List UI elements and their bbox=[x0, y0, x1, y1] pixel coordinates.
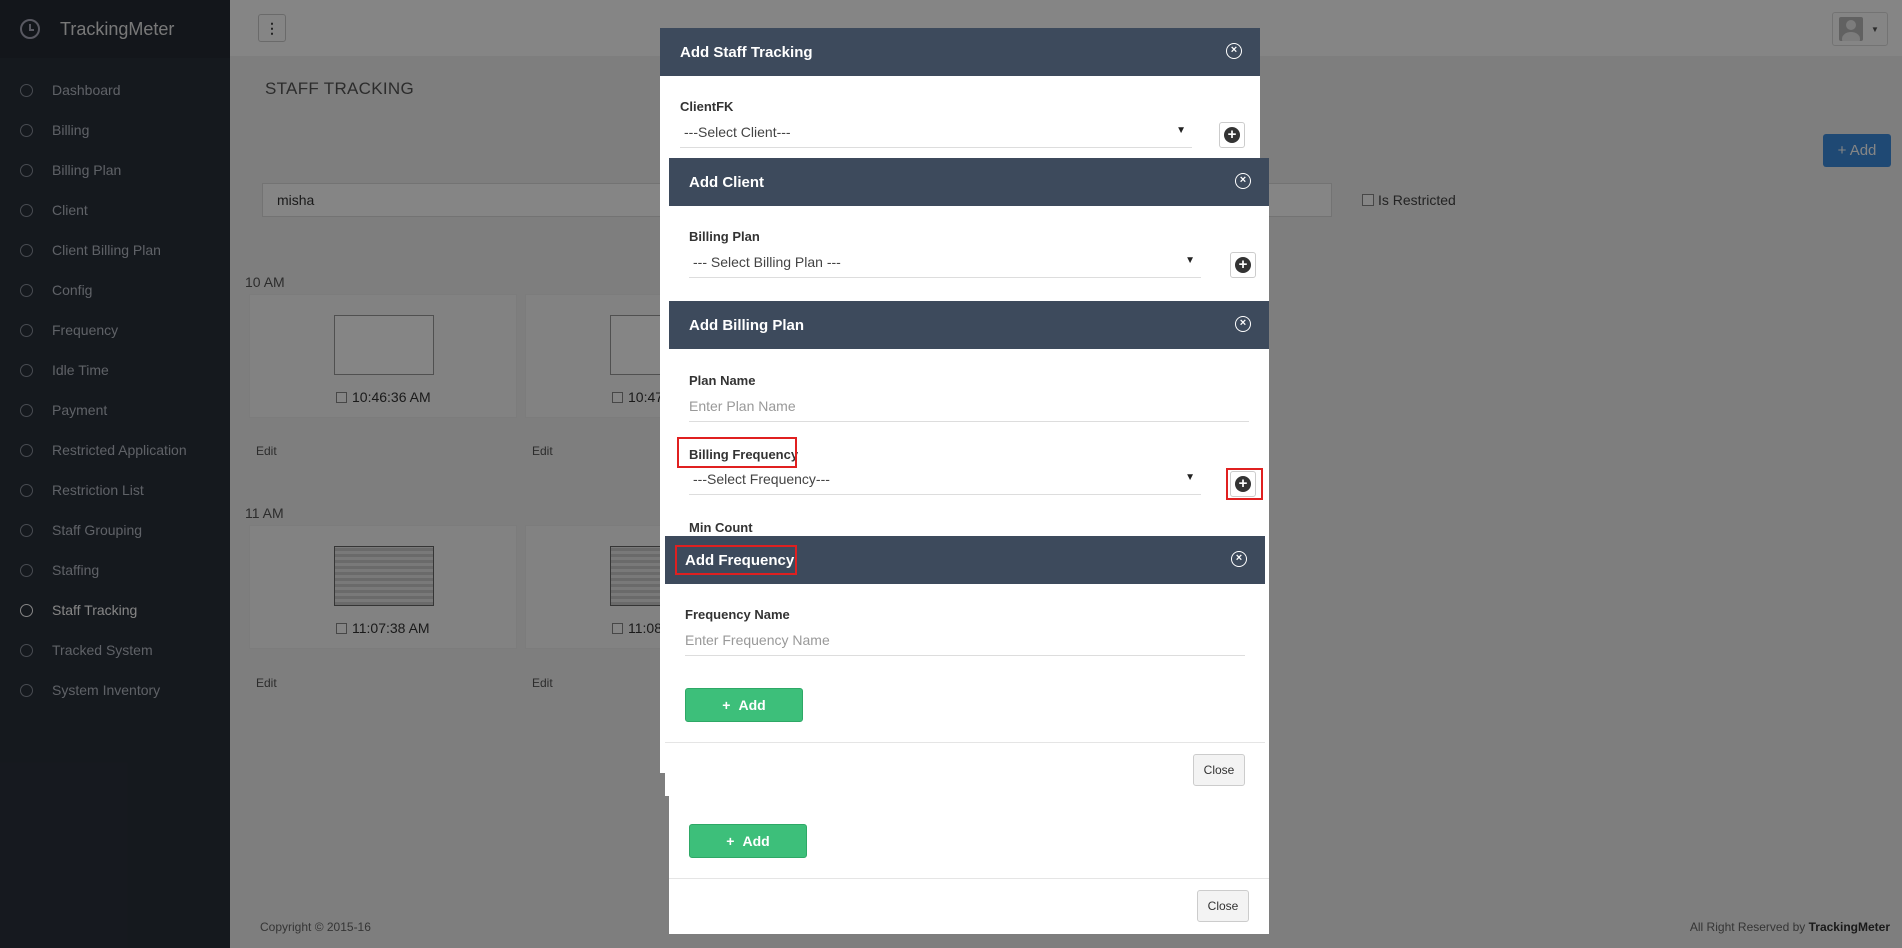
close-icon[interactable]: × bbox=[1226, 43, 1242, 59]
divider bbox=[665, 742, 1265, 743]
chevron-down-icon: ▼ bbox=[1176, 125, 1186, 136]
add-client-submit-button[interactable]: + Add bbox=[689, 824, 807, 858]
close-icon[interactable]: × bbox=[1235, 173, 1251, 189]
frequency-name-input[interactable]: Enter Frequency Name bbox=[685, 626, 1245, 656]
client-label: ClientFK bbox=[680, 99, 734, 114]
modal-header: Add Billing Plan × bbox=[669, 301, 1269, 349]
highlight-box bbox=[1226, 468, 1263, 500]
close-icon[interactable]: × bbox=[1231, 551, 1247, 567]
highlight-box bbox=[675, 545, 797, 575]
add-client-button[interactable]: + bbox=[1219, 122, 1245, 148]
modal-title: Add Billing Plan bbox=[689, 316, 804, 334]
plus-icon: + bbox=[722, 697, 731, 713]
billing-plan-select[interactable]: --- Select Billing Plan --- ▼ bbox=[689, 248, 1201, 278]
billing-frequency-select[interactable]: ---Select Frequency--- ▼ bbox=[689, 465, 1201, 495]
plus-circle-icon: + bbox=[1235, 257, 1251, 273]
plus-circle-icon: + bbox=[1224, 127, 1240, 143]
frequency-name-label: Frequency Name bbox=[685, 607, 790, 622]
close-button[interactable]: Close bbox=[1193, 754, 1245, 786]
add-frequency-modal: Add Frequency × Frequency Name Enter Fre… bbox=[665, 536, 1265, 796]
modal-header: Add Staff Tracking × bbox=[660, 28, 1260, 76]
plus-icon: + bbox=[726, 833, 735, 849]
close-button[interactable]: Close bbox=[1197, 890, 1249, 922]
highlight-box bbox=[677, 437, 797, 468]
plan-name-input[interactable]: Enter Plan Name bbox=[689, 392, 1249, 422]
add-billing-plan-button[interactable]: + bbox=[1230, 252, 1256, 278]
chevron-down-icon: ▼ bbox=[1185, 255, 1195, 266]
modal-title: Add Staff Tracking bbox=[680, 43, 813, 61]
modal-header: Add Client × bbox=[669, 158, 1269, 206]
add-frequency-submit-button[interactable]: + Add bbox=[685, 688, 803, 722]
chevron-down-icon: ▼ bbox=[1185, 472, 1195, 483]
client-select[interactable]: ---Select Client--- ▼ bbox=[680, 118, 1192, 148]
divider bbox=[669, 878, 1269, 879]
billing-plan-label: Billing Plan bbox=[689, 229, 760, 244]
modal-title: Add Client bbox=[689, 173, 764, 191]
min-count-label: Min Count bbox=[689, 520, 753, 535]
plan-name-label: Plan Name bbox=[689, 373, 756, 388]
close-icon[interactable]: × bbox=[1235, 316, 1251, 332]
